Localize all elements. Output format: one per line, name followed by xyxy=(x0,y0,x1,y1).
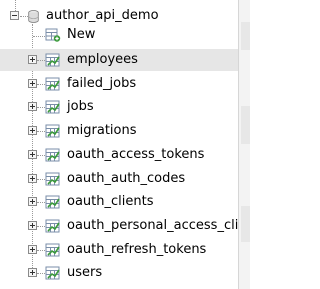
table-row-oauth-auth-codes[interactable]: oauth_auth_codes xyxy=(0,168,238,190)
tree-connector-row xyxy=(37,107,45,108)
tree-connector-row xyxy=(37,202,45,203)
table-row-oauth-refresh-tokens[interactable]: oauth_refresh_tokens xyxy=(0,239,238,261)
new-table-icon[interactable] xyxy=(45,28,61,42)
table-row-failed-jobs[interactable]: failed_jobs xyxy=(0,73,238,95)
tree-connector-row xyxy=(37,84,45,85)
table-name-link[interactable]: failed_jobs xyxy=(67,76,136,92)
table-icon[interactable] xyxy=(45,243,61,257)
expand-oauth-refresh-tokens-icon[interactable] xyxy=(28,245,37,254)
tree-connector-row xyxy=(37,131,45,132)
table-row-oauth-personal-access-clie[interactable]: oauth_personal_access_clie xyxy=(0,215,246,237)
tree-connector-row xyxy=(37,226,45,227)
table-name-link[interactable]: oauth_refresh_tokens xyxy=(67,242,206,258)
table-icon[interactable] xyxy=(45,53,61,67)
table-row-employees[interactable]: employees xyxy=(0,49,238,71)
table-icon[interactable] xyxy=(45,148,61,162)
expand-oauth-personal-access-clie-icon[interactable] xyxy=(28,221,37,230)
table-row-oauth-access-tokens[interactable]: oauth_access_tokens xyxy=(0,144,238,166)
tree-connector-row xyxy=(37,273,45,274)
table-icon[interactable] xyxy=(45,195,61,209)
expand-employees-icon[interactable] xyxy=(28,55,37,64)
right-panel-edge xyxy=(238,0,250,289)
table-icon[interactable] xyxy=(45,172,61,186)
table-icon[interactable] xyxy=(45,100,61,114)
table-icon[interactable] xyxy=(45,124,61,138)
table-name-link[interactable]: employees xyxy=(67,52,138,68)
collapse-db-icon[interactable] xyxy=(10,11,19,20)
tree-connector-db xyxy=(20,16,28,17)
expand-jobs-icon[interactable] xyxy=(28,102,37,111)
tree-connector-row xyxy=(37,60,45,61)
table-row-migrations[interactable]: migrations xyxy=(0,120,238,142)
table-name-link[interactable]: oauth_auth_codes xyxy=(67,171,185,187)
table-name-link[interactable]: oauth_personal_access_clie xyxy=(67,218,246,234)
table-row-users[interactable]: users xyxy=(0,262,238,284)
tree-connector-row xyxy=(37,179,45,180)
expand-migrations-icon[interactable] xyxy=(28,126,37,135)
table-name-link[interactable]: oauth_access_tokens xyxy=(67,147,204,163)
expand-oauth-auth-codes-icon[interactable] xyxy=(28,174,37,183)
table-row-oauth-clients[interactable]: oauth_clients xyxy=(0,191,238,213)
table-row-jobs[interactable]: jobs xyxy=(0,96,238,118)
tree-connector-row xyxy=(37,155,45,156)
database-icon xyxy=(28,10,39,23)
table-icon[interactable] xyxy=(45,266,61,280)
table-icon[interactable] xyxy=(45,77,61,91)
expand-failed-jobs-icon[interactable] xyxy=(28,79,37,88)
tree-connector-row xyxy=(37,250,45,251)
table-name-link[interactable]: oauth_clients xyxy=(67,194,153,210)
expand-oauth-clients-icon[interactable] xyxy=(28,197,37,206)
table-name-link[interactable]: jobs xyxy=(67,99,94,115)
expand-oauth-access-tokens-icon[interactable] xyxy=(28,150,37,159)
navigation-tree: author_api_demo New employees failed_jobs… xyxy=(0,0,250,289)
table-name-link[interactable]: users xyxy=(67,265,102,281)
expand-users-icon[interactable] xyxy=(28,268,37,277)
database-name-link[interactable]: author_api_demo xyxy=(46,8,159,24)
tree-connector-new xyxy=(33,36,45,37)
table-icon[interactable] xyxy=(45,219,61,233)
new-table-link[interactable]: New xyxy=(67,27,95,43)
table-name-link[interactable]: migrations xyxy=(67,123,137,139)
